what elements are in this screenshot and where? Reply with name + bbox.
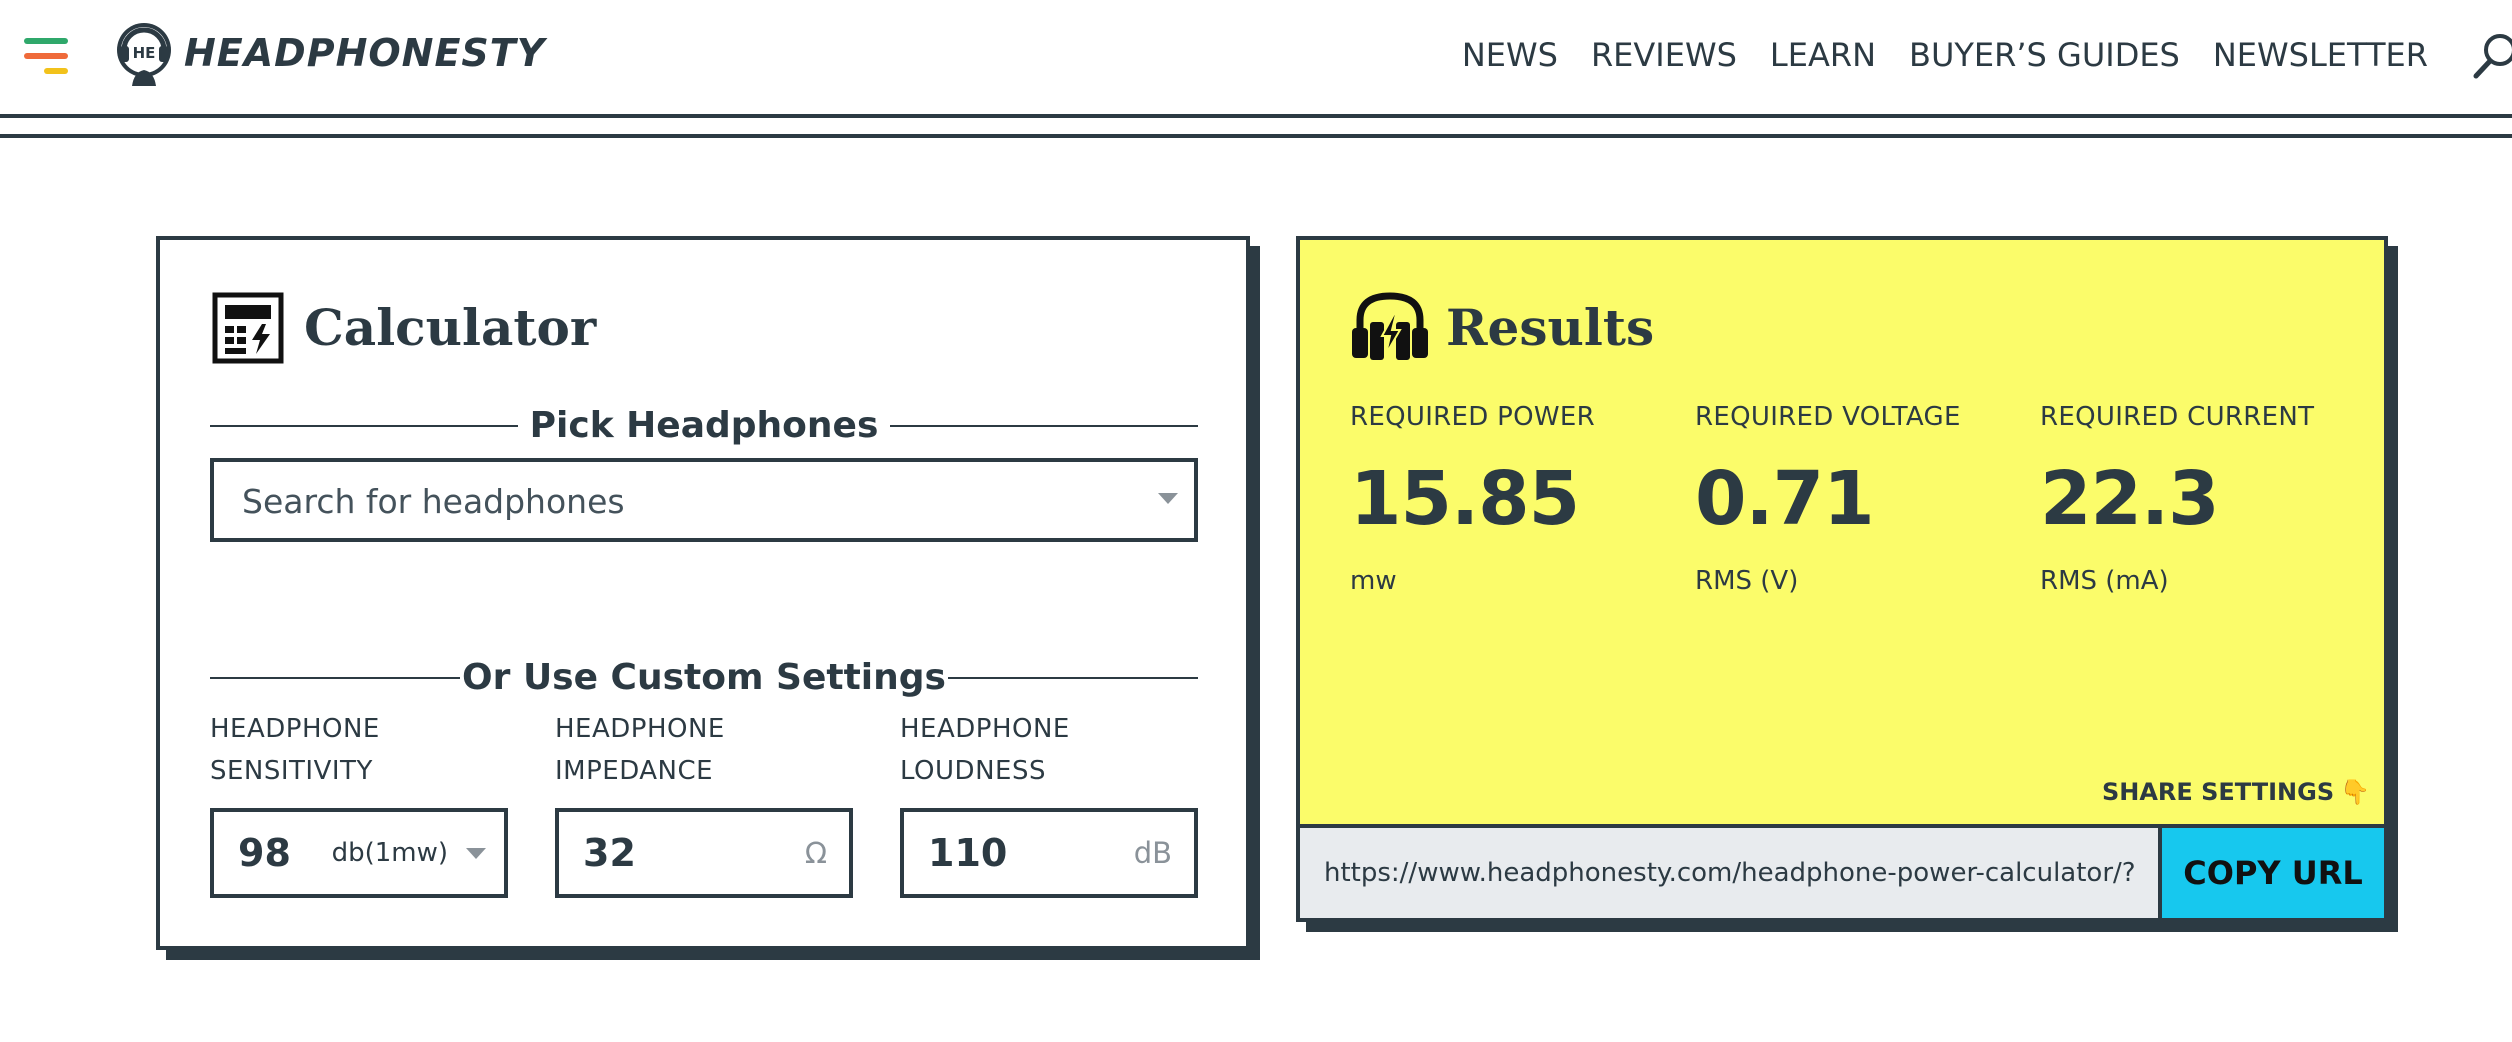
required-current: REQUIRED CURRENT 22.3 RMS (mA) (2040, 400, 2370, 598)
site-header: HE HEADPHONESTY NEWS REVIEWS LEARN BUYER… (0, 0, 2512, 118)
pointing-down-icon: 👇 (2340, 778, 2370, 806)
required-power-unit: mw (1350, 566, 1397, 596)
pick-headphones-heading: Pick Headphones (529, 405, 879, 446)
results-card: Results REQUIRED POWER 15.85 mw REQUIRED… (1296, 236, 2388, 922)
logo-text: HEADPHONESTY (184, 31, 546, 75)
loudness-label: HEADPHONE LOUDNESS (900, 714, 1070, 786)
header-divider (0, 114, 2512, 118)
sensitivity-field[interactable]: 98 db(1mw) (210, 808, 508, 898)
share-settings-label: SHARE SETTINGS 👇 (2102, 776, 2370, 808)
required-current-unit: RMS (mA) (2040, 566, 2169, 596)
required-current-value: 22.3 (2040, 456, 2220, 542)
results-title: Results (1446, 298, 1655, 357)
required-current-label: REQUIRED CURRENT (2040, 402, 2315, 432)
header-divider-secondary (0, 134, 2512, 138)
impedance-field[interactable]: 32 Ω (555, 808, 853, 898)
calculator-title: Calculator (304, 298, 597, 357)
pick-headphones-divider: Pick Headphones (210, 406, 1198, 446)
required-voltage: REQUIRED VOLTAGE 0.71 RMS (V) (1695, 400, 2025, 598)
chevron-down-icon[interactable] (466, 848, 486, 859)
nav-news[interactable]: NEWS (1462, 30, 1558, 80)
impedance-label: HEADPHONE IMPEDANCE (555, 714, 725, 786)
custom-settings-divider: Or Use Custom Settings (210, 658, 1198, 698)
loudness-field[interactable]: 110 dB (900, 808, 1198, 898)
nav-newsletter[interactable]: NEWSLETTER (2213, 30, 2428, 80)
headphone-search-select[interactable] (210, 458, 1198, 542)
required-voltage-label: REQUIRED VOLTAGE (1695, 402, 1961, 432)
required-power: REQUIRED POWER 15.85 mw (1350, 400, 1680, 598)
headphone-search-input[interactable] (240, 462, 1104, 540)
logo-monogram: HE (133, 44, 156, 62)
custom-settings-heading: Or Use Custom Settings (462, 657, 946, 698)
required-power-value: 15.85 (1350, 456, 1580, 542)
required-voltage-value: 0.71 (1695, 456, 1875, 542)
nav-learn[interactable]: LEARN (1770, 30, 1876, 80)
sensitivity-unit-select[interactable]: db(1mw) (332, 812, 448, 894)
share-url-field[interactable]: https://www.headphonesty.com/headphone-p… (1300, 828, 2162, 918)
share-url-row: https://www.headphonesty.com/headphone-p… (1296, 824, 2388, 922)
copy-url-button[interactable]: COPY URL (2162, 828, 2384, 918)
share-settings-text: SHARE SETTINGS (2101, 778, 2335, 806)
site-logo[interactable]: HE HEADPHONESTY (114, 20, 545, 86)
nav-reviews[interactable]: REVIEWS (1591, 30, 1737, 80)
required-voltage-unit: RMS (V) (1695, 566, 1799, 596)
loudness-unit: dB (1133, 836, 1172, 870)
impedance-value[interactable]: 32 (583, 812, 636, 894)
sensitivity-label: HEADPHONE SENSITIVITY (210, 714, 380, 786)
required-power-label: REQUIRED POWER (1350, 402, 1595, 432)
calculator-icon (212, 292, 284, 364)
nav-buyers-guides[interactable]: BUYER’S GUIDES (1909, 30, 2180, 80)
main-nav: NEWS REVIEWS LEARN BUYER’S GUIDES NEWSLE… (1429, 30, 2428, 80)
loudness-value[interactable]: 110 (928, 812, 1007, 894)
headphones-power-icon (1352, 292, 1428, 360)
chevron-down-icon[interactable] (1158, 493, 1178, 504)
search-icon[interactable] (2472, 30, 2512, 80)
impedance-unit: Ω (804, 836, 827, 870)
calculator-card: Calculator Pick Headphones Or Use Custom… (156, 236, 1250, 950)
menu-icon[interactable] (24, 38, 68, 76)
sensitivity-value[interactable]: 98 (238, 812, 291, 894)
logo-icon: HE (117, 23, 171, 86)
